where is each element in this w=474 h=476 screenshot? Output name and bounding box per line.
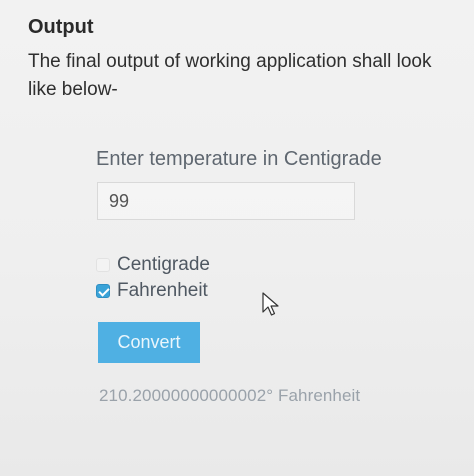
mouse-pointer-icon: [262, 292, 279, 316]
doc-paragraph: The final output of working application …: [28, 51, 432, 100]
option-fahrenheit[interactable]: Fahrenheit: [96, 280, 208, 302]
option-label-fahrenheit: Fahrenheit: [117, 280, 208, 301]
convert-button[interactable]: Convert: [98, 322, 200, 363]
option-centigrade[interactable]: Centigrade: [96, 254, 210, 276]
temperature-input[interactable]: [97, 182, 355, 220]
result-text: 210.20000000000002° Fahrenheit: [99, 386, 361, 405]
doc-heading: Output: [28, 16, 94, 38]
checkbox-checked-icon[interactable]: [96, 284, 110, 298]
form-label: Enter temperature in Centigrade: [96, 148, 382, 170]
app-preview: Enter temperature in Centigrade Centigra…: [0, 140, 474, 476]
option-label-centigrade: Centigrade: [117, 254, 210, 275]
checkbox-unchecked-icon[interactable]: [96, 258, 110, 272]
